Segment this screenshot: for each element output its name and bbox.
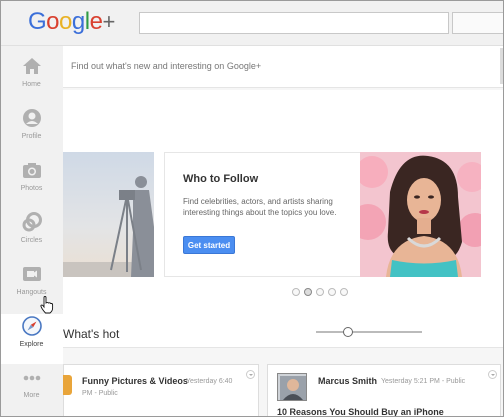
- home-icon: [23, 58, 41, 74]
- sidebar-item-home[interactable]: Home: [0, 56, 63, 106]
- carousel-dot[interactable]: [304, 288, 312, 296]
- carousel-dot[interactable]: [328, 288, 336, 296]
- carousel-pagination: [292, 288, 348, 296]
- avatar[interactable]: [63, 375, 72, 395]
- sidebar-item-label: More: [23, 392, 40, 399]
- video-camera-icon: [23, 267, 41, 281]
- post-menu-icon[interactable]: [246, 370, 255, 379]
- sidebar-item-label: Home: [22, 81, 41, 88]
- carousel-dot[interactable]: [340, 288, 348, 296]
- circles-icon: [22, 212, 42, 232]
- more-dots-icon: [23, 375, 41, 381]
- avatar-photo: [278, 374, 306, 400]
- sidebar-item-circles[interactable]: Circles: [0, 212, 63, 262]
- carousel-dot[interactable]: [316, 288, 324, 296]
- post-timestamp: Yesterday 5:21 PM - Public: [381, 378, 466, 385]
- who-to-follow-card: Who to Follow Find celebrities, actors, …: [164, 152, 361, 277]
- post-card[interactable]: Funny Pictures & Videos Yesterday 6:40 P…: [63, 364, 259, 417]
- search-input[interactable]: [139, 12, 449, 34]
- scrollbar[interactable]: [500, 48, 504, 84]
- hot-slider-track[interactable]: [316, 331, 422, 333]
- post-author[interactable]: Marcus Smith: [318, 376, 377, 386]
- celebrity-photo: [360, 152, 481, 277]
- share-prompt-text: Find out what's new and interesting on G…: [71, 61, 262, 71]
- carousel-dot[interactable]: [292, 288, 300, 296]
- sidebar-item-photos[interactable]: Photos: [0, 160, 63, 210]
- carousel-photo-right[interactable]: [360, 152, 481, 277]
- photographer-photo: [63, 152, 154, 277]
- main-content: Find out what's new and interesting on G…: [63, 46, 504, 417]
- post-author[interactable]: Funny Pictures & Videos: [82, 376, 188, 386]
- featured-carousel: Who to Follow Find celebrities, actors, …: [63, 90, 504, 348]
- sidebar: Home Profile Photos Circles Hangouts Exp…: [0, 46, 65, 417]
- card-description: Find celebrities, actors, and artists sh…: [183, 197, 337, 217]
- search-button[interactable]: [452, 12, 504, 34]
- sidebar-item-label: Explore: [19, 341, 44, 348]
- post-timestamp: Yesterday 6:40: [186, 378, 233, 385]
- sidebar-item-more[interactable]: More: [0, 372, 63, 417]
- compass-icon: [22, 316, 42, 336]
- get-started-button[interactable]: Get started: [183, 236, 235, 254]
- camera-icon: [23, 163, 41, 178]
- post-visibility: PM - Public: [82, 390, 118, 397]
- sidebar-item-explore[interactable]: Explore: [0, 314, 65, 364]
- sidebar-item-label: Circles: [20, 237, 43, 244]
- card-title: Who to Follow: [183, 173, 259, 185]
- hot-slider-knob[interactable]: [342, 327, 353, 337]
- sidebar-item-label: Profile: [21, 133, 42, 140]
- post-menu-icon[interactable]: [488, 370, 497, 379]
- top-bar: Google+: [0, 0, 504, 46]
- sidebar-item-label: Hangouts: [16, 289, 47, 296]
- sidebar-item-label: Photos: [20, 185, 43, 192]
- post-headline[interactable]: 10 Reasons You Should Buy an iPhone: [277, 407, 497, 417]
- google-plus-logo[interactable]: Google+: [28, 8, 115, 36]
- carousel-photo-left[interactable]: [63, 152, 154, 277]
- sidebar-item-profile[interactable]: Profile: [0, 108, 63, 158]
- profile-icon: [23, 109, 41, 127]
- post-card[interactable]: Marcus Smith Yesterday 5:21 PM - Public …: [267, 364, 501, 417]
- whats-hot-title: What's hot: [63, 327, 120, 341]
- avatar[interactable]: [277, 373, 307, 401]
- hand-cursor-icon: [40, 296, 54, 314]
- share-prompt-bar[interactable]: Find out what's new and interesting on G…: [63, 46, 504, 88]
